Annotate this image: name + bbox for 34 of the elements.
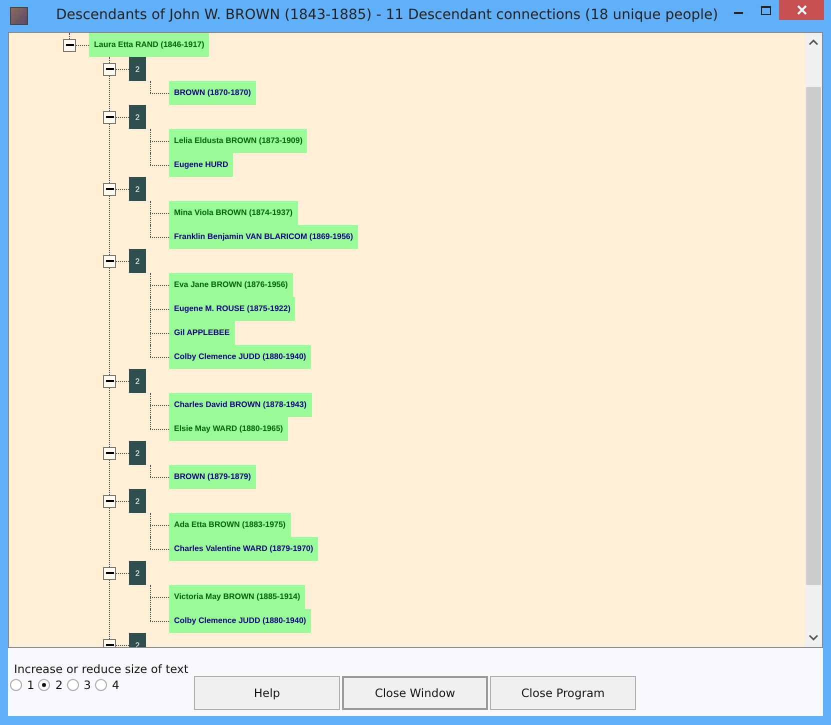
radio-label[interactable]: 4 (112, 678, 120, 692)
person-label[interactable]: BROWN (1879-1879) (169, 465, 256, 489)
family-count-badge[interactable]: 2 (129, 489, 146, 513)
person-label[interactable]: Eugene M. ROUSE (1875-1922) (169, 297, 296, 321)
family-count-badge[interactable]: 2 (129, 105, 146, 129)
person-label[interactable]: Mina Viola BROWN (1874-1937) (169, 201, 298, 225)
person-label[interactable]: Elsie May WARD (1880-1965) (169, 417, 288, 441)
person-label[interactable]: Charles Valentine WARD (1879-1970) (169, 537, 318, 561)
person-label[interactable]: Charles David BROWN (1878-1943) (169, 393, 312, 417)
window-title: Descendants of John W. BROWN (1843-1885) - 11 Descendant connections (18 unique people) (56, 7, 720, 23)
radio-label[interactable]: 2 (55, 678, 63, 692)
family-count-badge[interactable]: 2 (129, 441, 146, 465)
person-label[interactable]: Victoria May BROWN (1885-1914) (169, 585, 306, 609)
family-count-badge[interactable]: 2 (129, 57, 146, 81)
person-label[interactable]: Ada Etta BROWN (1883-1975) (169, 513, 291, 537)
radio-label[interactable]: 1 (27, 678, 34, 692)
action-button[interactable]: Close Window (342, 676, 488, 710)
family-count-badge[interactable]: 2 (129, 249, 146, 273)
family-count-badge[interactable]: 2 (129, 177, 146, 201)
person-label[interactable]: Laura Etta RAND (1846-1917) (89, 33, 210, 57)
person-label[interactable]: Colby Clemence JUDD (1880-1940) (169, 345, 312, 369)
action-button[interactable]: Close Program (490, 676, 636, 710)
person-label[interactable]: Colby Clemence JUDD (1880-1940) (169, 609, 312, 633)
action-button[interactable]: Help (194, 676, 340, 710)
text-size-label: Increase or reduce size of text (14, 662, 190, 676)
family-count-badge[interactable]: 2 (129, 561, 146, 585)
person-label[interactable]: Franklin Benjamin VAN BLARICOM (1869-1956) (169, 225, 358, 249)
person-label[interactable]: Eva Jane BROWN (1876-1956) (169, 273, 293, 297)
person-label[interactable]: Eugene HURD (169, 153, 234, 177)
person-label[interactable]: BROWN (1870-1870) (169, 81, 256, 105)
radio-label[interactable]: 3 (84, 678, 91, 692)
family-count-badge[interactable]: 2 (129, 369, 146, 393)
person-label[interactable]: Lelia Eldusta BROWN (1873-1909) (169, 129, 308, 153)
person-label[interactable]: Gil APPLEBEE (169, 321, 235, 345)
